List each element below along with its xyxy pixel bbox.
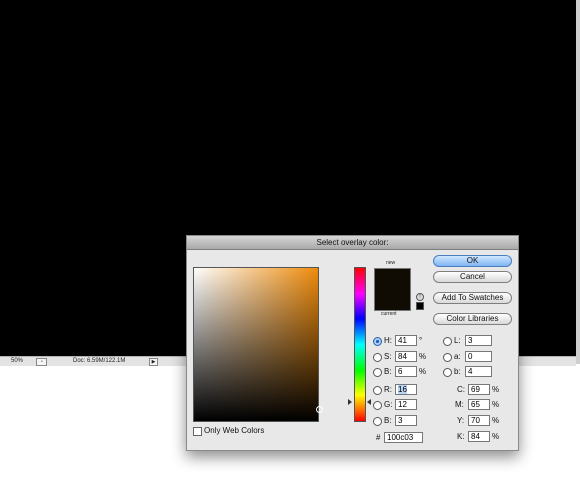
only-web-colors-checkbox[interactable] <box>193 427 202 436</box>
lab-a-row: a: 0 <box>443 351 503 362</box>
lab-a-input[interactable]: 0 <box>465 351 492 362</box>
status-menu-arrow-icon[interactable]: ▶ <box>149 358 158 366</box>
color-libraries-button[interactable]: Color Libraries <box>433 313 512 325</box>
add-to-swatches-button[interactable]: Add To Swatches <box>433 292 512 304</box>
yellow-unit: % <box>492 416 500 425</box>
lab-l-radio[interactable] <box>443 337 452 346</box>
lab-l-input[interactable]: 3 <box>465 335 492 346</box>
red-label: R: <box>384 385 392 394</box>
red-radio[interactable] <box>373 386 382 395</box>
lab-a-radio[interactable] <box>443 353 452 362</box>
magenta-input[interactable]: 65 <box>468 399 490 410</box>
color-field-cursor[interactable] <box>316 406 323 413</box>
doc-size: Doc: 6.59M/122.1M <box>73 358 126 364</box>
blue-label: B: <box>384 416 392 425</box>
web-safe-cube-icon[interactable] <box>416 302 424 310</box>
new-label: new <box>386 260 396 266</box>
hue-slider-left-handle-icon[interactable] <box>348 399 352 405</box>
lab-l-label: L: <box>454 336 461 345</box>
red-row: R: 16 <box>373 384 433 395</box>
magenta-row: M: 65 % <box>455 399 517 410</box>
color-picker-dialog: Select overlay color: new current ! OK C… <box>186 235 519 451</box>
yellow-row: Y: 70 % <box>457 415 517 426</box>
hex-label: # <box>376 433 381 442</box>
blue-input[interactable]: 3 <box>395 415 417 426</box>
hue-unit: ° <box>419 336 423 345</box>
color-preview-swatch[interactable] <box>374 268 411 311</box>
dialog-title: Select overlay color: <box>187 236 518 250</box>
lab-b-row: b: 4 <box>443 366 503 377</box>
lab-a-label: a: <box>454 352 461 361</box>
current-label: current <box>381 311 397 317</box>
brightness-unit: % <box>419 367 427 376</box>
hue-slider[interactable] <box>354 267 366 422</box>
lab-b-input[interactable]: 4 <box>465 366 492 377</box>
zoom-level[interactable]: 50% <box>11 357 23 366</box>
cyan-row: C: 69 % <box>457 384 517 395</box>
saturation-row: S: 84 % <box>373 351 433 362</box>
hue-row: H: 41 ° <box>373 335 433 346</box>
black-label: K: <box>457 432 465 441</box>
cyan-unit: % <box>492 385 500 394</box>
brightness-input[interactable]: 6 <box>395 366 417 377</box>
yellow-label: Y: <box>457 416 465 425</box>
black-row: K: 84 % <box>457 431 517 442</box>
green-input[interactable]: 12 <box>395 399 417 410</box>
yellow-input[interactable]: 70 <box>468 415 490 426</box>
brightness-radio[interactable] <box>373 368 382 377</box>
green-label: G: <box>384 400 393 409</box>
blue-row: B: 3 <box>373 415 433 426</box>
saturation-radio[interactable] <box>373 353 382 362</box>
hue-radio[interactable] <box>373 337 382 346</box>
brightness-row: B: 6 % <box>373 366 433 377</box>
green-radio[interactable] <box>373 401 382 410</box>
black-input[interactable]: 84 <box>468 431 490 442</box>
saturation-unit: % <box>419 352 427 361</box>
lab-l-row: L: 3 <box>443 335 503 346</box>
only-web-colors-label: Only Web Colors <box>204 426 265 435</box>
cyan-input[interactable]: 69 <box>468 384 490 395</box>
blue-radio[interactable] <box>373 417 382 426</box>
magenta-label: M: <box>455 400 464 409</box>
hue-slider-right-handle-icon[interactable] <box>367 399 371 405</box>
lab-b-label: b: <box>454 367 461 376</box>
hue-input[interactable]: 41 <box>395 335 417 346</box>
hex-input[interactable]: 100c03 <box>384 432 423 443</box>
brightness-label: B: <box>384 367 392 376</box>
saturation-label: S: <box>384 352 392 361</box>
magenta-unit: % <box>492 400 500 409</box>
scrollbar[interactable] <box>576 0 580 364</box>
ok-button[interactable]: OK <box>433 255 512 267</box>
cancel-button[interactable]: Cancel <box>433 271 512 283</box>
status-icon[interactable]: ◔ <box>36 358 47 366</box>
saturation-input[interactable]: 84 <box>395 351 417 362</box>
cyan-label: C: <box>457 385 465 394</box>
red-input[interactable]: 16 <box>395 384 417 395</box>
green-row: G: 12 <box>373 399 433 410</box>
hue-label: H: <box>384 336 392 345</box>
lab-b-radio[interactable] <box>443 368 452 377</box>
red-value-selected: 16 <box>398 385 407 394</box>
gamut-warning-icon[interactable]: ! <box>416 293 424 301</box>
black-unit: % <box>492 432 500 441</box>
color-field[interactable] <box>193 267 319 422</box>
